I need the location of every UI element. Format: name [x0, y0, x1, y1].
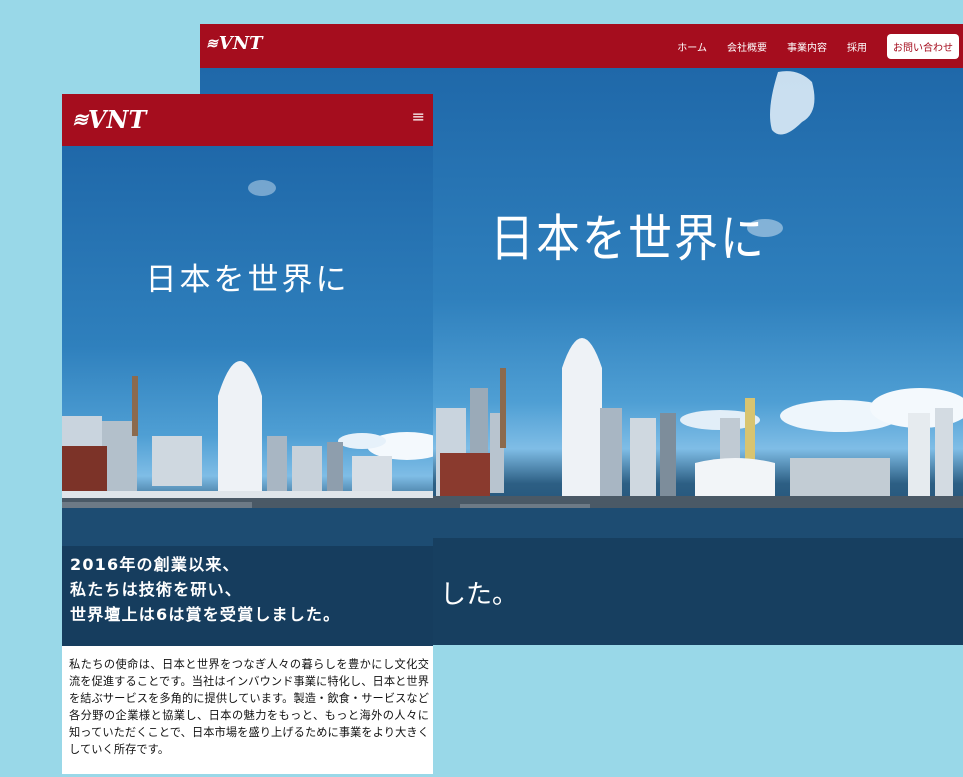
mobile-header: ≋ VNT ≡ [62, 94, 433, 146]
mobile-hero-title: 日本を世界に [145, 262, 350, 298]
mobile-preview: ≋ VNT ≡ 日本を世界に 2016年の創業以来、 私たちは技術を研い、 世界… [62, 94, 433, 774]
hamburger-menu-icon[interactable]: ≡ [412, 109, 425, 125]
nav-home[interactable]: ホーム [677, 39, 707, 54]
desktop-nav: ホーム 会社概要 事業内容 採用 お問い合わせ [677, 34, 959, 59]
contact-button[interactable]: お問い合わせ [887, 34, 959, 59]
desktop-logo[interactable]: ≋ VNT [206, 33, 263, 54]
mission-paragraph: 私たちの使命は、日本と世界をつなぎ人々の暮らしを豊かにし文化交流を促進することで… [69, 658, 429, 756]
mobile-lead-text: 2016年の創業以来、 私たちは技術を研い、 世界壇上は6は賞を受賞しました。 [70, 552, 340, 627]
desktop-hero-title: 日本を世界に [490, 209, 766, 269]
desktop-header: ≋ VNT ホーム 会社概要 事業内容 採用 お問い合わせ [200, 24, 963, 68]
lead-line: 世界壇上は6は賞を受賞しました。 [70, 605, 341, 624]
nav-recruit[interactable]: 採用 [847, 39, 867, 54]
desktop-hero-text-fragment: した。 [440, 580, 519, 610]
lead-line: 2016年の創業以来、 [70, 555, 240, 574]
lead-line: 私たちは技術を研い、 [70, 580, 243, 599]
nav-business[interactable]: 事業内容 [787, 39, 827, 54]
logo-text: VNT [218, 33, 263, 54]
nav-company[interactable]: 会社概要 [727, 39, 767, 54]
mobile-logo[interactable]: ≋ VNT [72, 105, 146, 134]
wave-logo-icon: ≋ [72, 108, 88, 131]
logo-text: VNT [87, 105, 147, 134]
wave-logo-icon: ≋ [206, 35, 218, 52]
